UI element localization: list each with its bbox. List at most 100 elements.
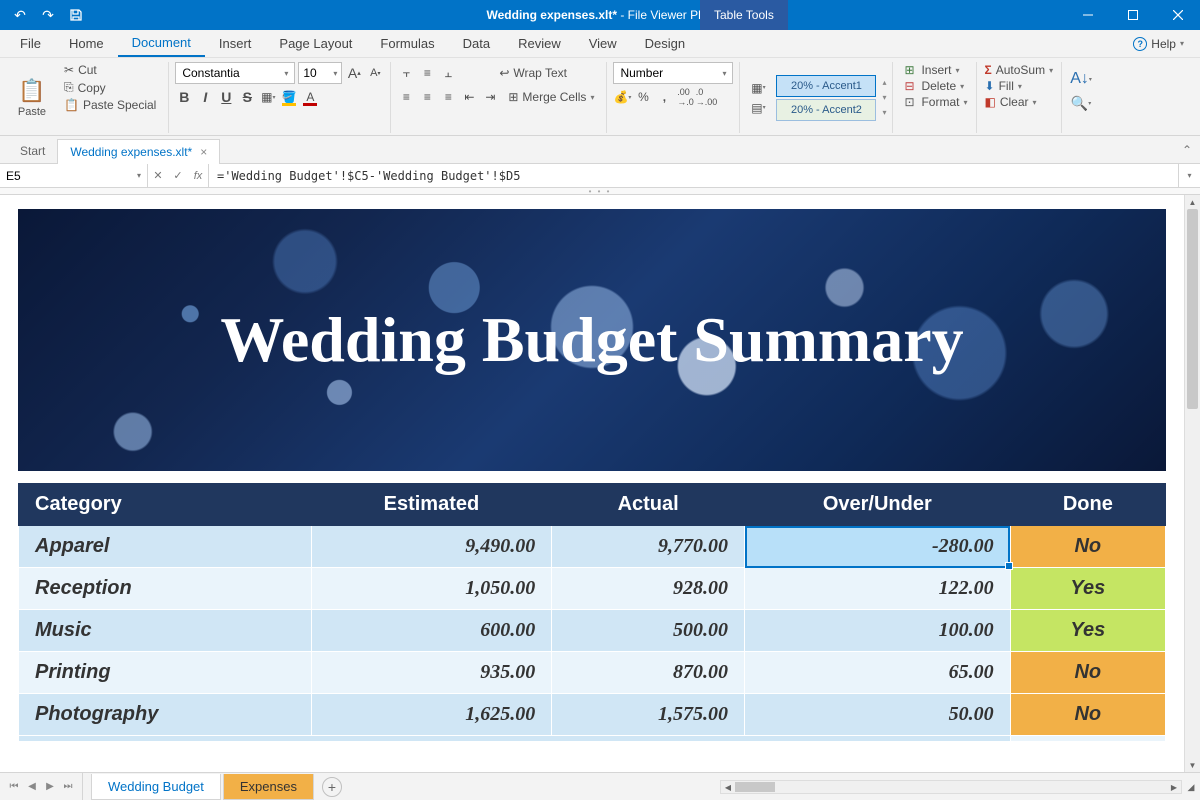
sheet-corner-icon[interactable]: ◢	[1184, 780, 1198, 794]
paste-special-button[interactable]: 📋Paste Special	[58, 97, 162, 113]
style-more-icon[interactable]: ▾	[882, 108, 886, 117]
align-right-icon[interactable]: ≡	[439, 88, 457, 106]
delete-cells-button[interactable]: ⊟Delete▾	[899, 78, 969, 94]
table-cell[interactable]: Music	[19, 610, 312, 652]
table-cell[interactable]: Reception	[19, 568, 312, 610]
table-cell[interactable]: 600.00	[311, 610, 552, 652]
align-bottom-icon[interactable]: ⫠	[439, 64, 457, 82]
insert-function-icon[interactable]: fx	[188, 164, 208, 187]
collapse-ribbon-icon[interactable]: ⌃	[1182, 143, 1192, 157]
cut-button[interactable]: ✂Cut	[58, 62, 162, 78]
menu-home[interactable]: Home	[55, 30, 118, 57]
menu-document[interactable]: Document	[118, 30, 205, 57]
help-menu[interactable]: ? Help ▾	[1123, 30, 1194, 57]
sheet-tab[interactable]: Wedding Budget	[91, 774, 221, 800]
font-size-select[interactable]: 10▾	[298, 62, 342, 84]
format-cells-button[interactable]: ⊡Format▾	[899, 94, 969, 110]
autosum-button[interactable]: ΣAutoSum▾	[983, 62, 1056, 78]
fill-button[interactable]: ⬇Fill▾	[983, 78, 1056, 94]
menu-data[interactable]: Data	[449, 30, 504, 57]
table-cell[interactable]: Yes	[1010, 610, 1165, 652]
save-icon[interactable]	[64, 3, 88, 27]
table-cell[interactable]: No	[1010, 652, 1165, 694]
bold-button[interactable]: B	[175, 88, 193, 106]
borders-button[interactable]: ▦▾	[259, 88, 277, 106]
align-left-icon[interactable]: ≡	[397, 88, 415, 106]
increase-font-icon[interactable]: A▴	[345, 64, 363, 82]
menu-file[interactable]: File	[6, 30, 55, 57]
table-header[interactable]: Estimated	[311, 484, 552, 526]
name-box[interactable]: E5 ▾	[0, 164, 148, 187]
table-cell[interactable]: Apparel	[19, 526, 312, 568]
format-as-table-icon[interactable]: ▤▾	[746, 99, 770, 117]
cell-style-accent1[interactable]: 20% - Accent1	[776, 75, 876, 97]
table-cell[interactable]: Printing	[19, 652, 312, 694]
find-select-icon[interactable]: 🔍▾	[1068, 94, 1094, 112]
minimize-button[interactable]	[1065, 0, 1110, 30]
scroll-up-icon[interactable]: ▲	[1185, 195, 1200, 209]
formula-input[interactable]: ='Wedding Budget'!$C5-'Wedding Budget'!$…	[209, 164, 1178, 187]
strikethrough-button[interactable]: S	[238, 88, 256, 106]
maximize-button[interactable]	[1110, 0, 1155, 30]
sheet-nav-next-icon[interactable]: ▶	[42, 779, 58, 795]
table-cell[interactable]: 9,770.00	[552, 526, 745, 568]
align-center-icon[interactable]: ≡	[418, 88, 436, 106]
table-cell[interactable]: 50.00	[745, 694, 1011, 736]
sort-filter-icon[interactable]: A↓▾	[1068, 70, 1094, 88]
table-cell[interactable]: 1,050.00	[311, 568, 552, 610]
scrollbar-thumb[interactable]	[1187, 209, 1198, 409]
document-viewport[interactable]: Wedding Budget Summary CategoryEstimated…	[0, 195, 1184, 772]
table-cell[interactable]: 870.00	[552, 652, 745, 694]
style-scroll-up-icon[interactable]: ▴	[882, 78, 886, 87]
underline-button[interactable]: U	[217, 88, 235, 106]
paste-button[interactable]: 📋 Paste	[12, 62, 52, 133]
table-cell[interactable]: 65.00	[745, 652, 1011, 694]
table-cell[interactable]: 100.00	[745, 610, 1011, 652]
vertical-scrollbar[interactable]: ▲ ▼	[1184, 195, 1200, 772]
menu-formulas[interactable]: Formulas	[366, 30, 448, 57]
table-cell[interactable]: 935.00	[311, 652, 552, 694]
table-cell[interactable]: Yes	[1010, 568, 1165, 610]
table-cell[interactable]: 122.00	[745, 568, 1011, 610]
conditional-formatting-icon[interactable]: ▦▾	[746, 79, 770, 97]
clear-button[interactable]: ◧Clear▾	[983, 94, 1056, 110]
decrease-indent-icon[interactable]: ⇤	[460, 88, 478, 106]
font-color-button[interactable]: A	[301, 88, 319, 106]
decrease-font-icon[interactable]: A▾	[366, 64, 384, 82]
table-header[interactable]: Done	[1010, 484, 1165, 526]
style-scroll-down-icon[interactable]: ▾	[882, 93, 886, 102]
close-button[interactable]	[1155, 0, 1200, 30]
scroll-down-icon[interactable]: ▼	[1185, 758, 1200, 772]
h-scrollbar-thumb[interactable]	[735, 782, 775, 792]
table-cell[interactable]: 1,625.00	[311, 694, 552, 736]
table-header[interactable]: Category	[19, 484, 312, 526]
number-format-select[interactable]: Number▾	[613, 62, 733, 84]
italic-button[interactable]: I	[196, 88, 214, 106]
horizontal-scrollbar[interactable]: ◀ ▶	[720, 780, 1182, 794]
increase-indent-icon[interactable]: ⇥	[481, 88, 499, 106]
currency-icon[interactable]: 💰▾	[613, 88, 631, 106]
wrap-text-button[interactable]: ↩Wrap Text	[493, 65, 573, 81]
menu-page-layout[interactable]: Page Layout	[265, 30, 366, 57]
add-sheet-button[interactable]: +	[322, 777, 342, 797]
table-cell[interactable]: 500.00	[552, 610, 745, 652]
align-top-icon[interactable]: ⫟	[397, 64, 415, 82]
font-name-select[interactable]: Constantia▾	[175, 62, 295, 84]
splitter-handle[interactable]: • • •	[0, 188, 1200, 195]
close-tab-icon[interactable]: ×	[200, 145, 207, 159]
sheet-tab[interactable]: Expenses	[223, 774, 314, 800]
editor-tab-start[interactable]: Start	[8, 139, 57, 163]
fill-color-button[interactable]: 🪣	[280, 88, 298, 106]
cell-style-accent2[interactable]: 20% - Accent2	[776, 99, 876, 121]
contextual-tab-table-tools[interactable]: Table Tools	[700, 0, 788, 30]
table-cell[interactable]: 9,490.00	[311, 526, 552, 568]
menu-review[interactable]: Review	[504, 30, 575, 57]
editor-tab-active[interactable]: Wedding expenses.xlt* ×	[57, 139, 220, 164]
table-cell[interactable]: 1,575.00	[552, 694, 745, 736]
table-cell[interactable]: No	[1010, 526, 1165, 568]
align-middle-icon[interactable]: ≡	[418, 64, 436, 82]
decrease-decimal-icon[interactable]: .0→.00	[697, 88, 715, 106]
cancel-formula-icon[interactable]: ✕	[148, 164, 168, 187]
table-cell[interactable]: Photography	[19, 694, 312, 736]
redo-icon[interactable]: ↷	[36, 3, 60, 27]
